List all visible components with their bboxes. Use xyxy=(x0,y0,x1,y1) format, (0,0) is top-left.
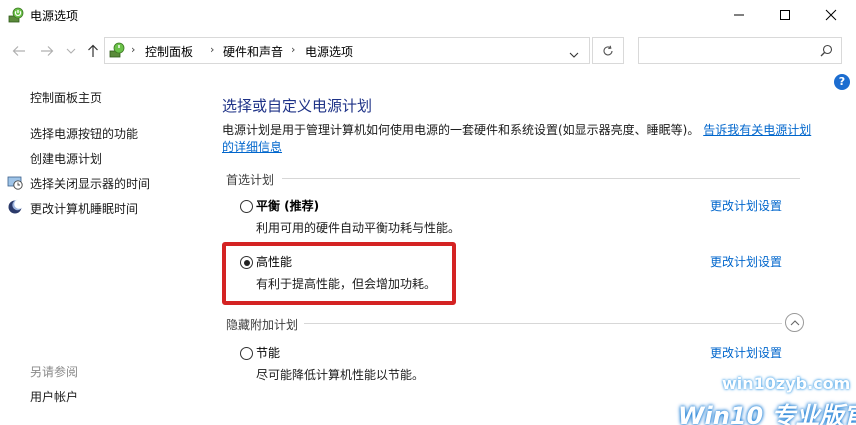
highlight-annotation xyxy=(222,242,456,305)
breadcrumb-power-options[interactable]: 电源选项 xyxy=(305,43,353,60)
section-divider xyxy=(304,323,782,324)
chevron-up-icon xyxy=(790,319,799,325)
close-button[interactable] xyxy=(808,0,854,30)
search-input[interactable] xyxy=(638,37,842,64)
section-divider xyxy=(282,178,800,179)
watermark-url: win10zyb.com xyxy=(722,374,851,393)
refresh-icon xyxy=(603,45,613,55)
address-bar[interactable]: › 控制面板 › 硬件和声音 › 电源选项 xyxy=(104,37,590,64)
forward-button[interactable] xyxy=(36,40,58,62)
title-bar: 电源选项 xyxy=(0,0,856,30)
sidebar-home-link[interactable]: 控制面板主页 xyxy=(30,89,102,106)
plan-description-balanced: 利用可用的硬件自动平衡功耗与性能。 xyxy=(256,221,461,235)
power-options-icon xyxy=(8,7,24,23)
maximize-button[interactable] xyxy=(762,0,808,30)
display-clock-icon xyxy=(7,174,23,190)
sidebar-item-display-off[interactable]: 选择关闭显示器的时间 xyxy=(30,175,150,192)
change-plan-settings-power-saver[interactable]: 更改计划设置 xyxy=(710,344,782,361)
control-panel-icon xyxy=(109,42,125,58)
sidebar-item-create-plan[interactable]: 创建电源计划 xyxy=(30,150,102,167)
plan-name-balanced[interactable]: 平衡 (推荐) xyxy=(256,197,319,214)
see-also-user-accounts[interactable]: 用户帐户 xyxy=(30,388,78,405)
see-also-heading: 另请参阅 xyxy=(30,365,79,379)
sidebar-item-power-buttons[interactable]: 选择电源按钮的功能 xyxy=(30,125,138,142)
collapse-hidden-plans-button[interactable] xyxy=(785,313,804,332)
refresh-button[interactable] xyxy=(592,37,624,64)
plan-radio-balanced[interactable] xyxy=(240,200,253,213)
search-icon xyxy=(820,44,833,60)
minimize-button[interactable] xyxy=(716,0,762,30)
breadcrumb-separator: › xyxy=(131,43,136,56)
help-icon[interactable]: ? xyxy=(834,74,850,90)
window-title: 电源选项 xyxy=(30,9,79,23)
sidebar-item-sleep-time[interactable]: 更改计算机睡眠时间 xyxy=(30,200,138,217)
preferred-plans-label: 首选计划 xyxy=(226,173,275,187)
breadcrumb-separator: › xyxy=(291,43,296,56)
breadcrumb-hardware-sound[interactable]: 硬件和声音 xyxy=(223,43,283,60)
moon-icon xyxy=(7,199,24,215)
change-plan-settings-balanced[interactable]: 更改计划设置 xyxy=(710,197,782,214)
back-button[interactable] xyxy=(8,40,30,62)
plan-description-power-saver: 尽可能降低计算机性能以节能。 xyxy=(256,368,425,382)
change-plan-settings-high-performance[interactable]: 更改计划设置 xyxy=(710,253,782,270)
breadcrumb-control-panel[interactable]: 控制面板 xyxy=(145,43,193,60)
page-description: 电源计划是用于管理计算机如何使用电源的一套硬件和系统设置(如显示器亮度、睡眠等)… xyxy=(222,122,812,156)
watermark-logo: Win10 专业版官网 xyxy=(678,402,856,425)
address-dropdown-icon[interactable] xyxy=(569,47,579,61)
page-title: 选择或自定义电源计划 xyxy=(222,97,373,115)
up-button[interactable] xyxy=(82,40,104,62)
recent-locations-dropdown[interactable] xyxy=(60,40,82,62)
breadcrumb-separator: › xyxy=(210,43,215,56)
plan-name-power-saver[interactable]: 节能 xyxy=(256,344,280,361)
description-text: 电源计划是用于管理计算机如何使用电源的一套硬件和系统设置(如显示器亮度、睡眠等)… xyxy=(222,123,700,137)
hidden-plans-label: 隐藏附加计划 xyxy=(226,318,299,332)
plan-radio-power-saver[interactable] xyxy=(240,347,253,360)
